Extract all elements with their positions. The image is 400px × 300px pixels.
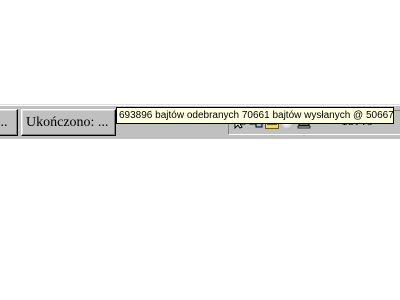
taskbar-button-download-complete[interactable]: Ukończono: ... bbox=[21, 109, 116, 136]
taskbar-button-window[interactable]: ... bbox=[0, 109, 18, 136]
network-status-tooltip: 693896 bajtów odebranych 70661 bajtów wy… bbox=[116, 107, 394, 124]
